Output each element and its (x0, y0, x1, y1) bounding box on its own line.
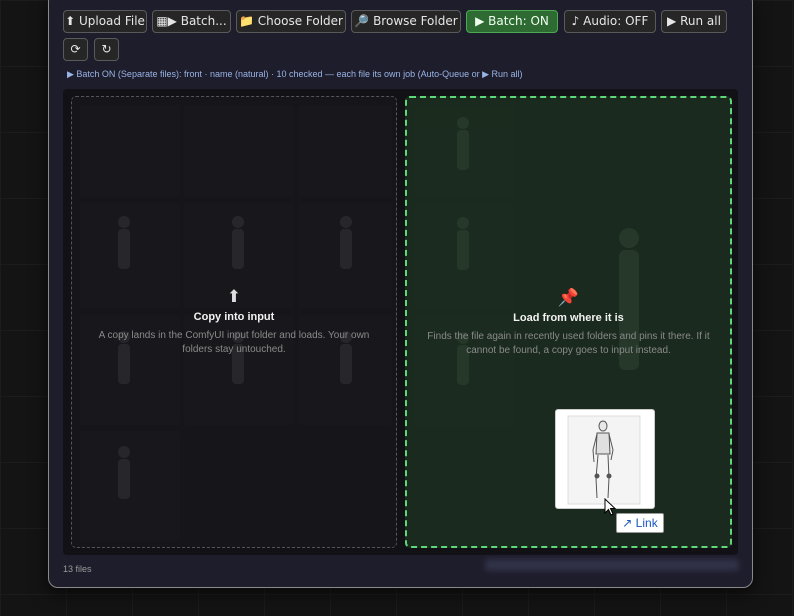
pushpin-icon: 📌 (557, 288, 580, 308)
run-all-button[interactable]: ▶ Run all (661, 10, 727, 33)
blurred-path-text (485, 559, 739, 571)
load-from-location-description: Finds the file again in recently used fo… (427, 331, 710, 356)
copy-into-input-title: Copy into input (193, 311, 275, 323)
file-count: 13 files (63, 564, 92, 574)
copy-into-input-drop-zone[interactable]: ⬆ Copy into input A copy lands in the Co… (71, 96, 397, 548)
batch-status-line: ▶ Batch ON (Separate files): front · nam… (67, 69, 523, 79)
link-drag-label: ↗ Link (616, 513, 664, 533)
reload-button[interactable]: ↻ (94, 38, 119, 61)
copy-into-input-description: A copy lands in the ComfyUI input folder… (98, 330, 370, 355)
browse-folder-button[interactable]: 🔎 Browse Folder (351, 10, 461, 33)
load-from-location-content: 📌 Load from where it is Finds the file a… (407, 288, 730, 358)
figure-thumbnail-icon (567, 415, 641, 505)
copy-into-input-content: ⬆ Copy into input A copy lands in the Co… (72, 287, 396, 357)
audio-toggle-button[interactable]: ♪ Audio: OFF (564, 10, 656, 33)
batch-toggle-button[interactable]: ▶ Batch: ON (466, 10, 558, 33)
drag-preview-thumbnail (555, 409, 655, 509)
batch-button[interactable]: ▦▶ Batch... (152, 10, 231, 33)
refresh-button[interactable]: ⟳ (63, 38, 88, 61)
upload-arrow-icon: ⬆ (226, 287, 242, 307)
choose-folder-button[interactable]: 📁 Choose Folder (236, 10, 346, 33)
upload-file-button[interactable]: ⬆ Upload File (63, 10, 147, 33)
load-from-location-title: Load from where it is (513, 312, 624, 324)
